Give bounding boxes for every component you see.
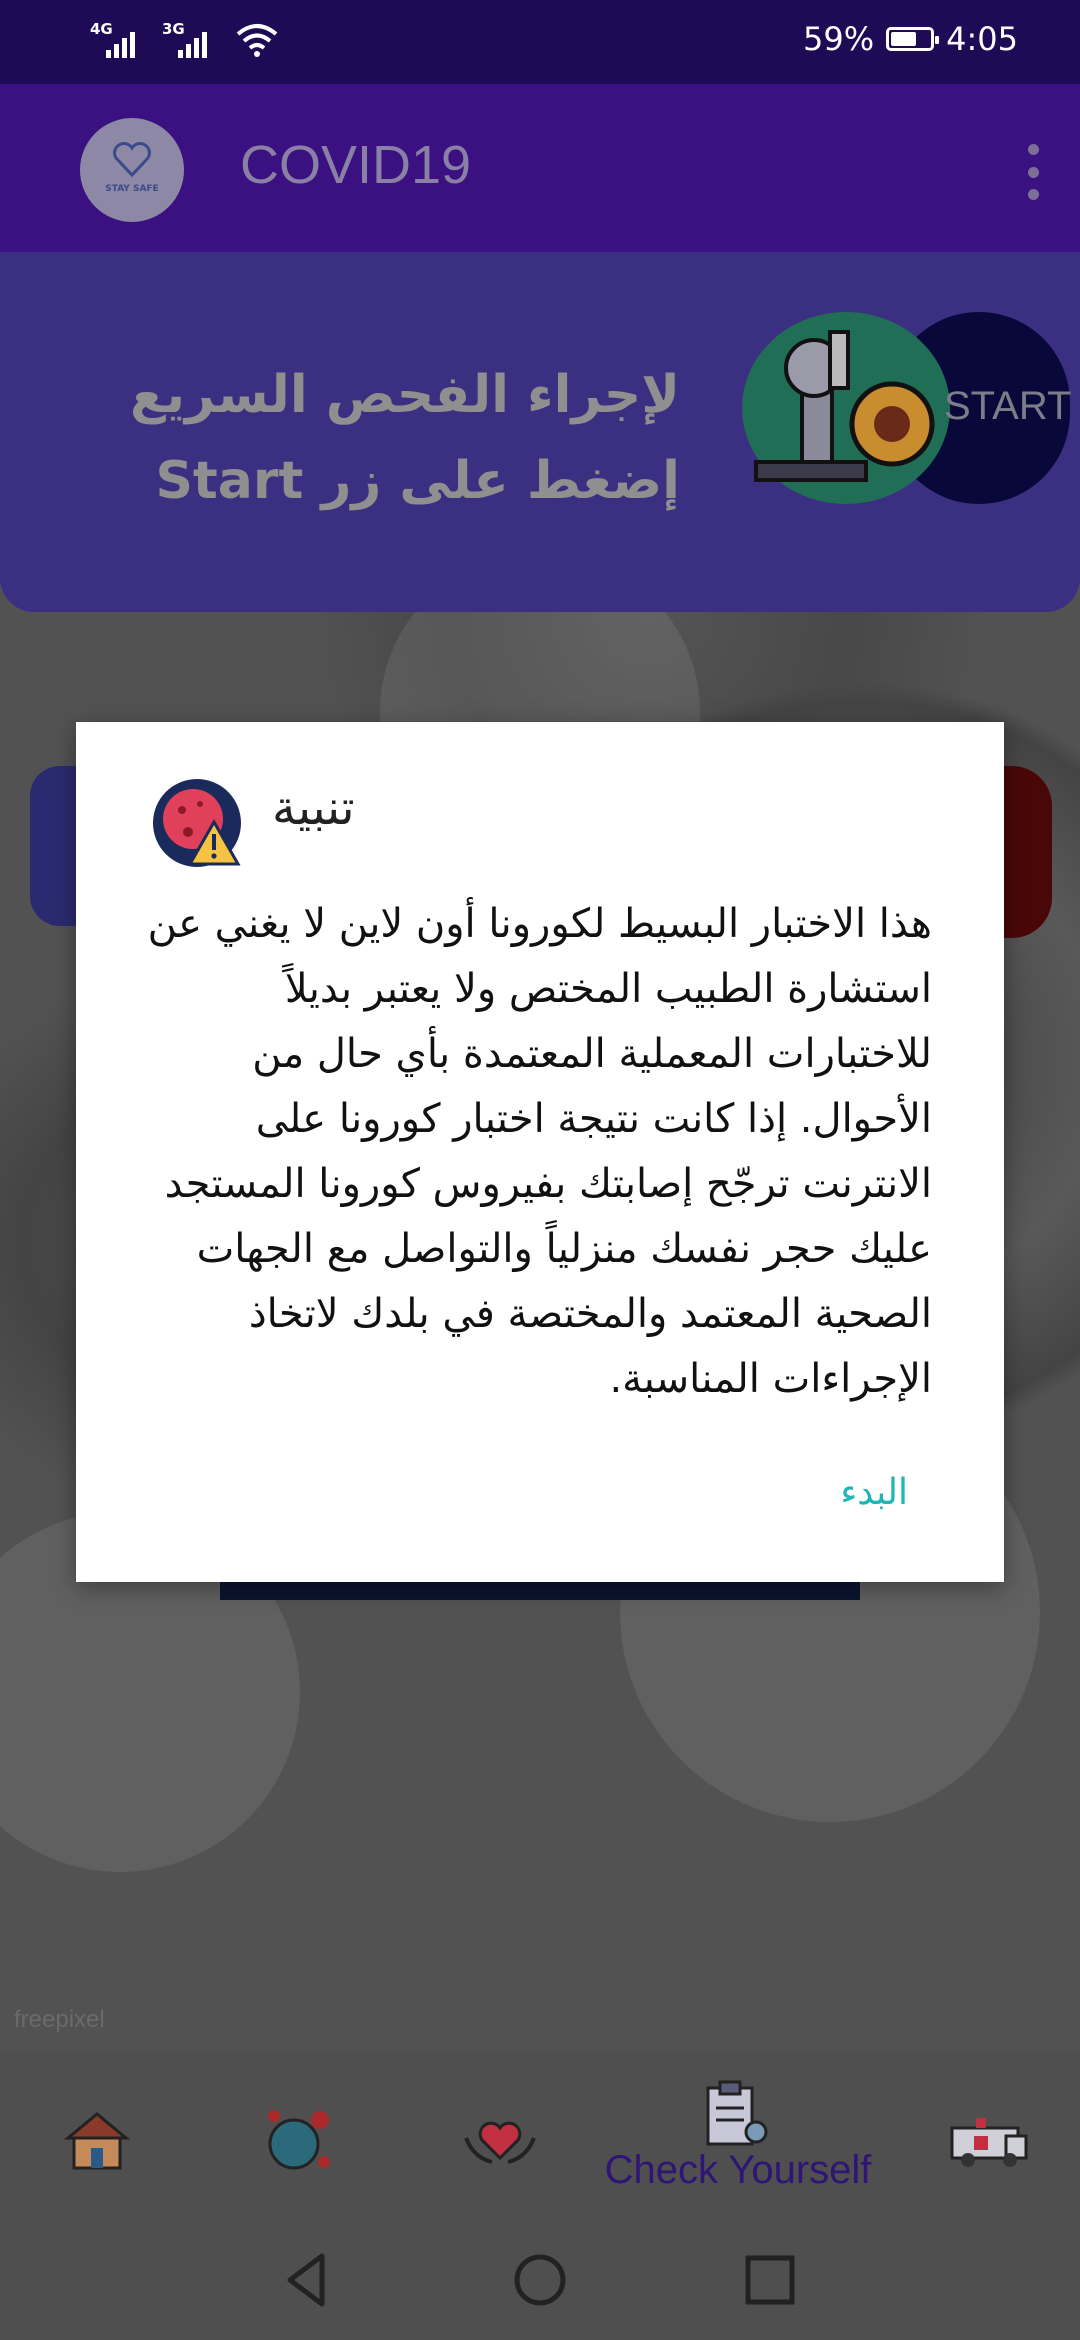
virus-warning-icon <box>153 779 241 867</box>
battery-percent: 59% <box>803 20 875 58</box>
home-icon[interactable] <box>510 2250 570 2310</box>
back-icon[interactable] <box>278 2250 338 2310</box>
status-right: 59% 4:05 <box>803 20 1018 58</box>
warning-dialog: تنبية هذا الاختبار البسيط لكورونا أون لا… <box>76 722 1004 1582</box>
dialog-title: تنبية <box>272 780 355 836</box>
wifi-icon <box>236 24 278 57</box>
dialog-message: هذا الاختبار البسيط لكورونا أون لاين لا … <box>147 901 932 1402</box>
clock: 4:05 <box>946 20 1018 58</box>
signal-3g-icon: 3G <box>160 20 214 60</box>
start-dialog-button[interactable]: البدء <box>840 1472 908 1513</box>
status-bar: 4G 3G 59% 4:05 <box>0 0 1080 84</box>
system-navigation-bar <box>0 2220 1080 2340</box>
recents-icon[interactable] <box>740 2250 800 2310</box>
status-left: 4G 3G <box>88 20 278 60</box>
battery-icon <box>886 27 940 51</box>
signal-4g-icon: 4G <box>88 20 142 60</box>
